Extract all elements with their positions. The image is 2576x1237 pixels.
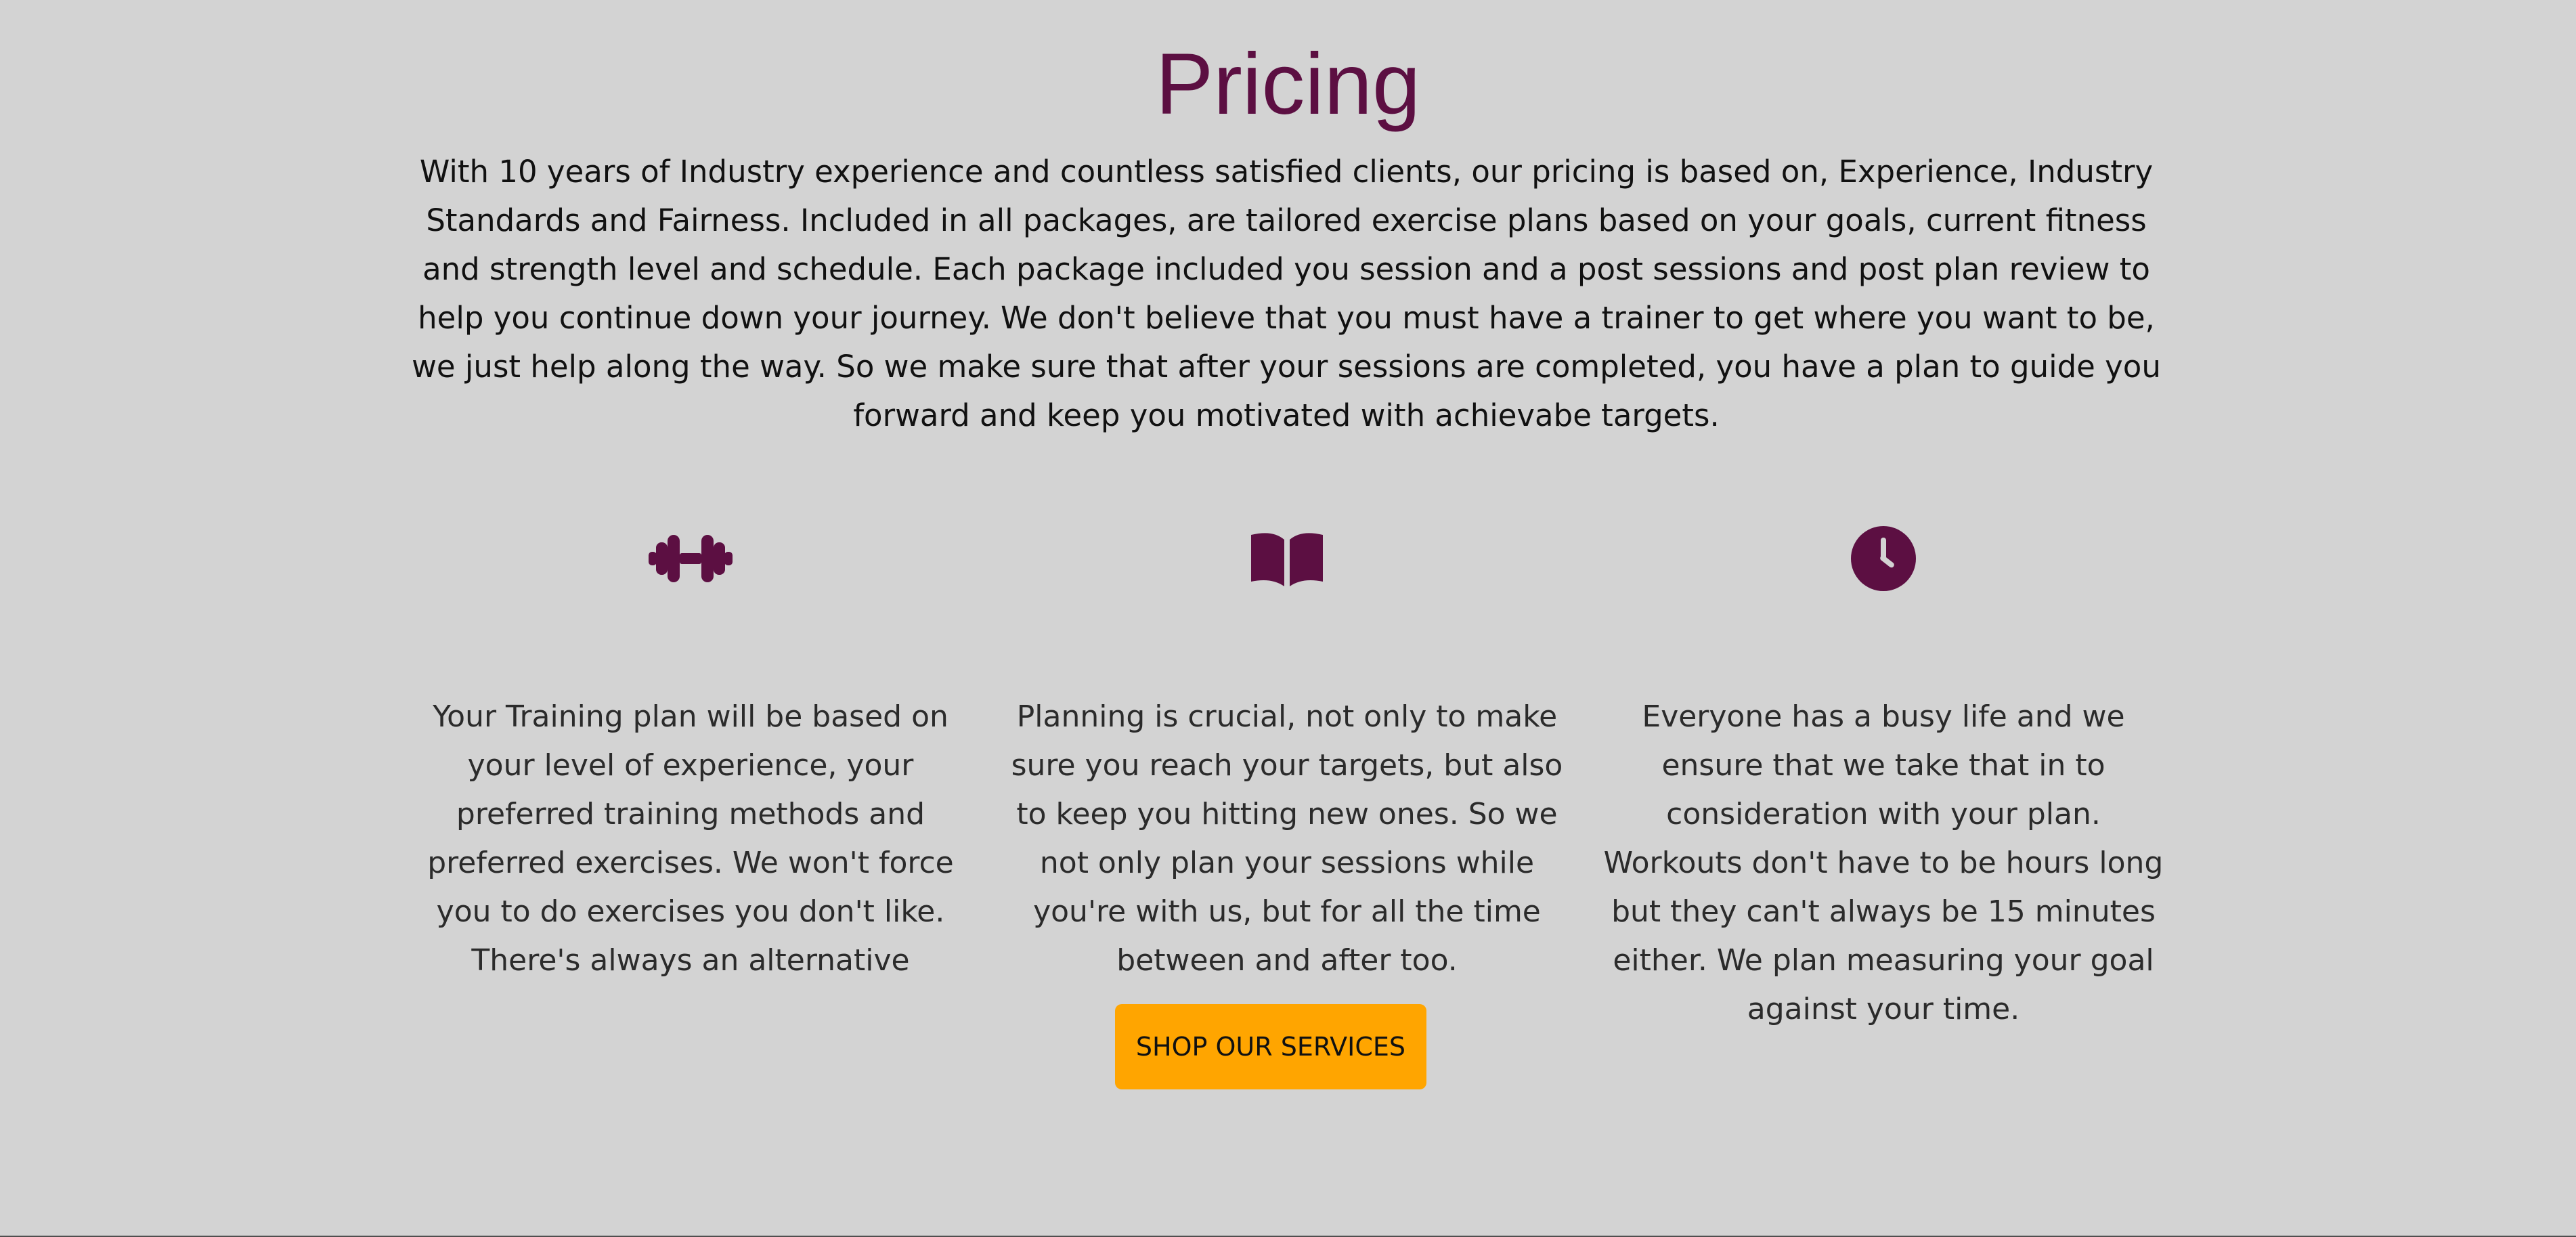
feature-text: Planning is crucial, not only to make su…	[1011, 699, 1563, 978]
feature-text: Your Training plan will be based on your…	[427, 699, 954, 978]
dumbbell-icon	[649, 535, 733, 582]
feature-training-plan: Your Training plan will be based on your…	[403, 525, 978, 985]
book-icon	[1251, 533, 1323, 586]
shop-services-button[interactable]: SHOP OUR SERVICES	[1115, 1004, 1426, 1089]
clock-icon	[1851, 526, 1916, 591]
page-title: Pricing	[1155, 36, 1421, 133]
feature-time: Everyone has a busy life and we ensure t…	[1596, 525, 2171, 1034]
feature-planning: Planning is crucial, not only to make su…	[999, 525, 1575, 985]
pricing-intro: With 10 years of Industry experience and…	[412, 154, 2161, 433]
feature-text: Everyone has a busy life and we ensure t…	[1603, 699, 2164, 1026]
pricing-section: Pricing With 10 years of Industry experi…	[0, 0, 2576, 1236]
